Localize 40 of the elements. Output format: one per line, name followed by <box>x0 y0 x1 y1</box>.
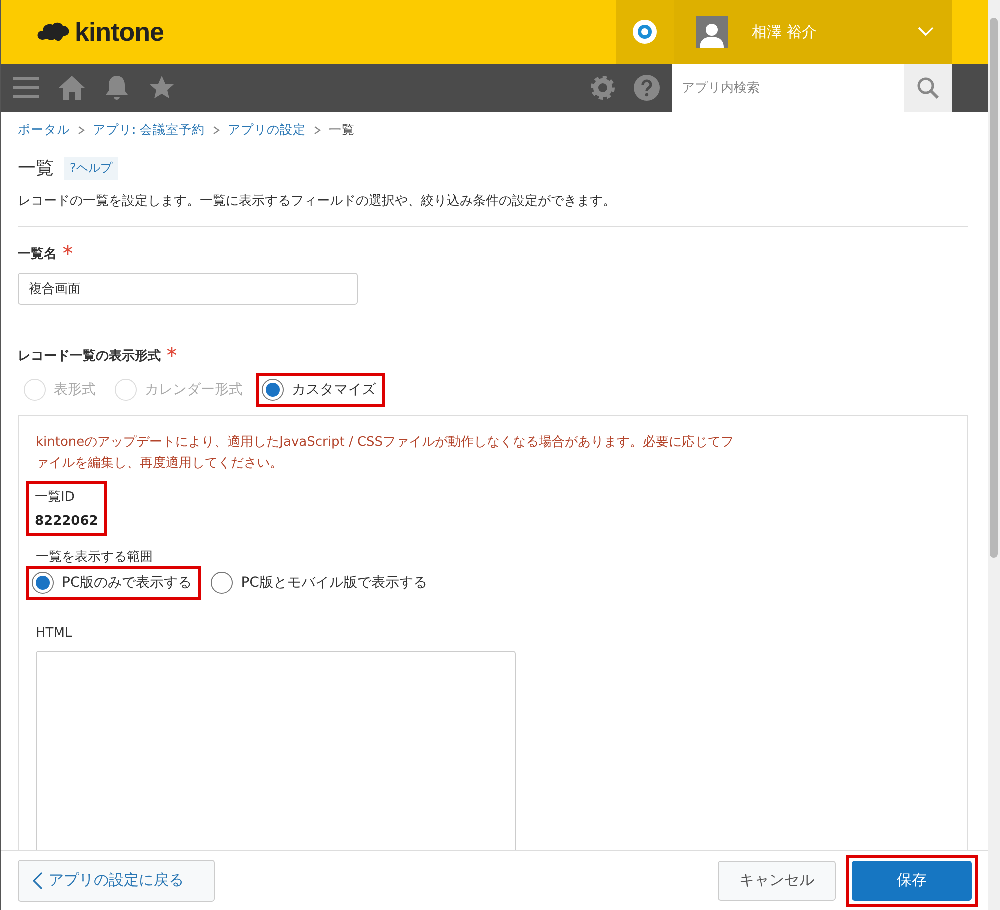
view-name-input[interactable]: 複合画面 <box>18 273 358 305</box>
breadcrumb-link[interactable]: アプリ: 会議室予約 <box>93 122 206 138</box>
home-icon[interactable] <box>59 75 85 101</box>
breadcrumb-current: 一覧 <box>329 122 356 138</box>
cloud-icon <box>37 20 71 44</box>
radio-option[interactable]: PC版のみで表示する <box>32 572 192 594</box>
notification-icon[interactable] <box>632 19 658 45</box>
cancel-button[interactable]: キャンセル <box>718 860 836 900</box>
search-field[interactable]: アプリ内検索 <box>672 64 904 112</box>
chevron-right-icon <box>213 126 220 134</box>
kintone-logo: kintone <box>1 16 616 48</box>
page-description: レコードの一覧を設定します。一覧に表示するフィールドの選択や、絞り込み条件の設定ができます。 <box>18 193 617 210</box>
chevron-left-icon <box>33 872 43 890</box>
breadcrumb-link[interactable]: アプリの設定 <box>228 122 306 138</box>
search-icon <box>916 76 940 100</box>
chevron-right-icon <box>78 126 85 134</box>
help-icon[interactable] <box>634 75 660 101</box>
field-label: HTML <box>36 626 72 641</box>
radio-option[interactable]: PC版とモバイル版で表示する <box>211 572 428 594</box>
save-button[interactable]: 保存 <box>852 860 972 900</box>
settings-icon[interactable] <box>590 75 616 101</box>
scrollbar-thumb[interactable] <box>990 18 998 558</box>
back-button[interactable]: アプリの設定に戻る <box>18 860 215 902</box>
field-label: 一覧を表示する範囲 <box>36 550 153 565</box>
help-link[interactable]: ?ヘルプ <box>64 156 118 180</box>
warning-text: kintoneのアップデートにより、適用したJavaScript / CSSファイルが動作しなくなる場合があります。必要に応じてファイルを編集し、再度適用してください。 <box>36 434 736 473</box>
page-title: 一覧 <box>18 157 54 180</box>
view-id-value: 8222062 <box>35 514 98 529</box>
menu-icon[interactable] <box>13 76 39 100</box>
bell-icon[interactable] <box>105 75 129 101</box>
avatar-icon[interactable] <box>696 16 728 48</box>
field-label: 一覧名 <box>18 246 57 263</box>
field-label: 一覧ID <box>35 489 76 506</box>
chevron-down-icon[interactable] <box>918 27 934 37</box>
chevron-right-icon <box>314 126 322 134</box>
search-button[interactable] <box>904 64 952 112</box>
radio-option[interactable]: カスタマイズ <box>262 379 376 401</box>
breadcrumb-link[interactable]: ポータル <box>18 122 70 138</box>
star-icon[interactable] <box>149 75 175 101</box>
field-label: レコード一覧の表示形式 <box>18 348 161 365</box>
